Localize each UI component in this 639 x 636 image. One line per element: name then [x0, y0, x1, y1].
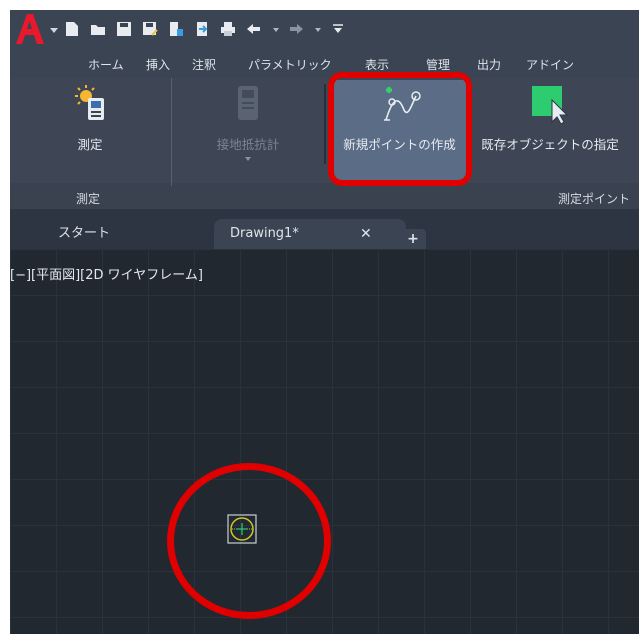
close-icon[interactable]: ✕ [360, 219, 372, 249]
undo-icon[interactable] [246, 21, 262, 37]
tab-output[interactable]: 出力 [477, 56, 501, 73]
save-icon[interactable] [116, 21, 132, 37]
measure-button-label: 測定 [77, 137, 103, 152]
redo-dropdown-icon[interactable] [314, 21, 322, 37]
panel-divider [324, 84, 326, 164]
plot-icon[interactable] [168, 21, 184, 37]
ground-resistance-label: 接地抵抗計 [216, 137, 280, 152]
print-icon[interactable] [220, 21, 236, 37]
drawing-canvas[interactable] [10, 249, 639, 634]
open-icon[interactable] [90, 21, 106, 37]
import-icon[interactable] [194, 21, 210, 37]
tab-parametric[interactable]: パラメトリック [248, 56, 332, 73]
measure-button[interactable]: 測定 [58, 84, 122, 153]
tab-addins[interactable]: アドイン [526, 56, 574, 73]
tab-annotate[interactable]: 注釈 [192, 56, 216, 73]
new-icon[interactable] [64, 21, 80, 37]
tab-home[interactable]: ホーム [88, 56, 124, 73]
existing-object-select-icon [532, 86, 569, 124]
doc-tab-start-label: スタート [58, 226, 111, 241]
save-as-icon[interactable] [142, 21, 158, 37]
document-tab-bar: スタート Drawing1* ✕ + [10, 209, 639, 249]
undo-dropdown-icon[interactable] [272, 21, 280, 37]
tab-view[interactable]: 表示 [365, 56, 389, 73]
panel-title-measure: 測定 [76, 192, 101, 206]
app-menu-caret-icon[interactable] [50, 28, 58, 33]
panel-title-measure-point: 測定ポイント [558, 192, 631, 206]
existing-object-button[interactable]: 既存オブジェクトの指定 [468, 84, 632, 153]
ribbon-panel-footer [10, 183, 639, 209]
doc-tab-drawing1[interactable]: Drawing1* ✕ [214, 219, 406, 249]
viewport-controls-label[interactable]: [−][平面図][2D ワイヤフレーム] [10, 264, 203, 283]
quick-access-toolbar [10, 10, 639, 50]
new-tab-button[interactable]: + [400, 229, 426, 249]
panel-divider [171, 78, 172, 186]
app-logo-icon[interactable] [12, 12, 48, 46]
tab-manage[interactable]: 管理 [426, 56, 450, 73]
doc-tab-start[interactable]: スタート [36, 219, 212, 249]
ground-resistance-meter-icon [238, 86, 258, 120]
highlight-circle-annotation [167, 463, 331, 619]
doc-tab-drawing1-label: Drawing1* [230, 226, 299, 241]
redo-icon[interactable] [288, 21, 304, 37]
dropdown-arrow-icon[interactable] [245, 157, 251, 161]
highlight-box-annotation [328, 72, 472, 186]
plus-icon: + [407, 231, 419, 247]
ground-resistance-button[interactable]: 接地抵抗計 [200, 84, 296, 161]
customize-icon[interactable] [330, 21, 346, 37]
measure-sun-device-icon [75, 85, 104, 120]
existing-object-label: 既存オブジェクトの指定 [481, 137, 619, 152]
tab-insert[interactable]: 挿入 [146, 56, 170, 73]
